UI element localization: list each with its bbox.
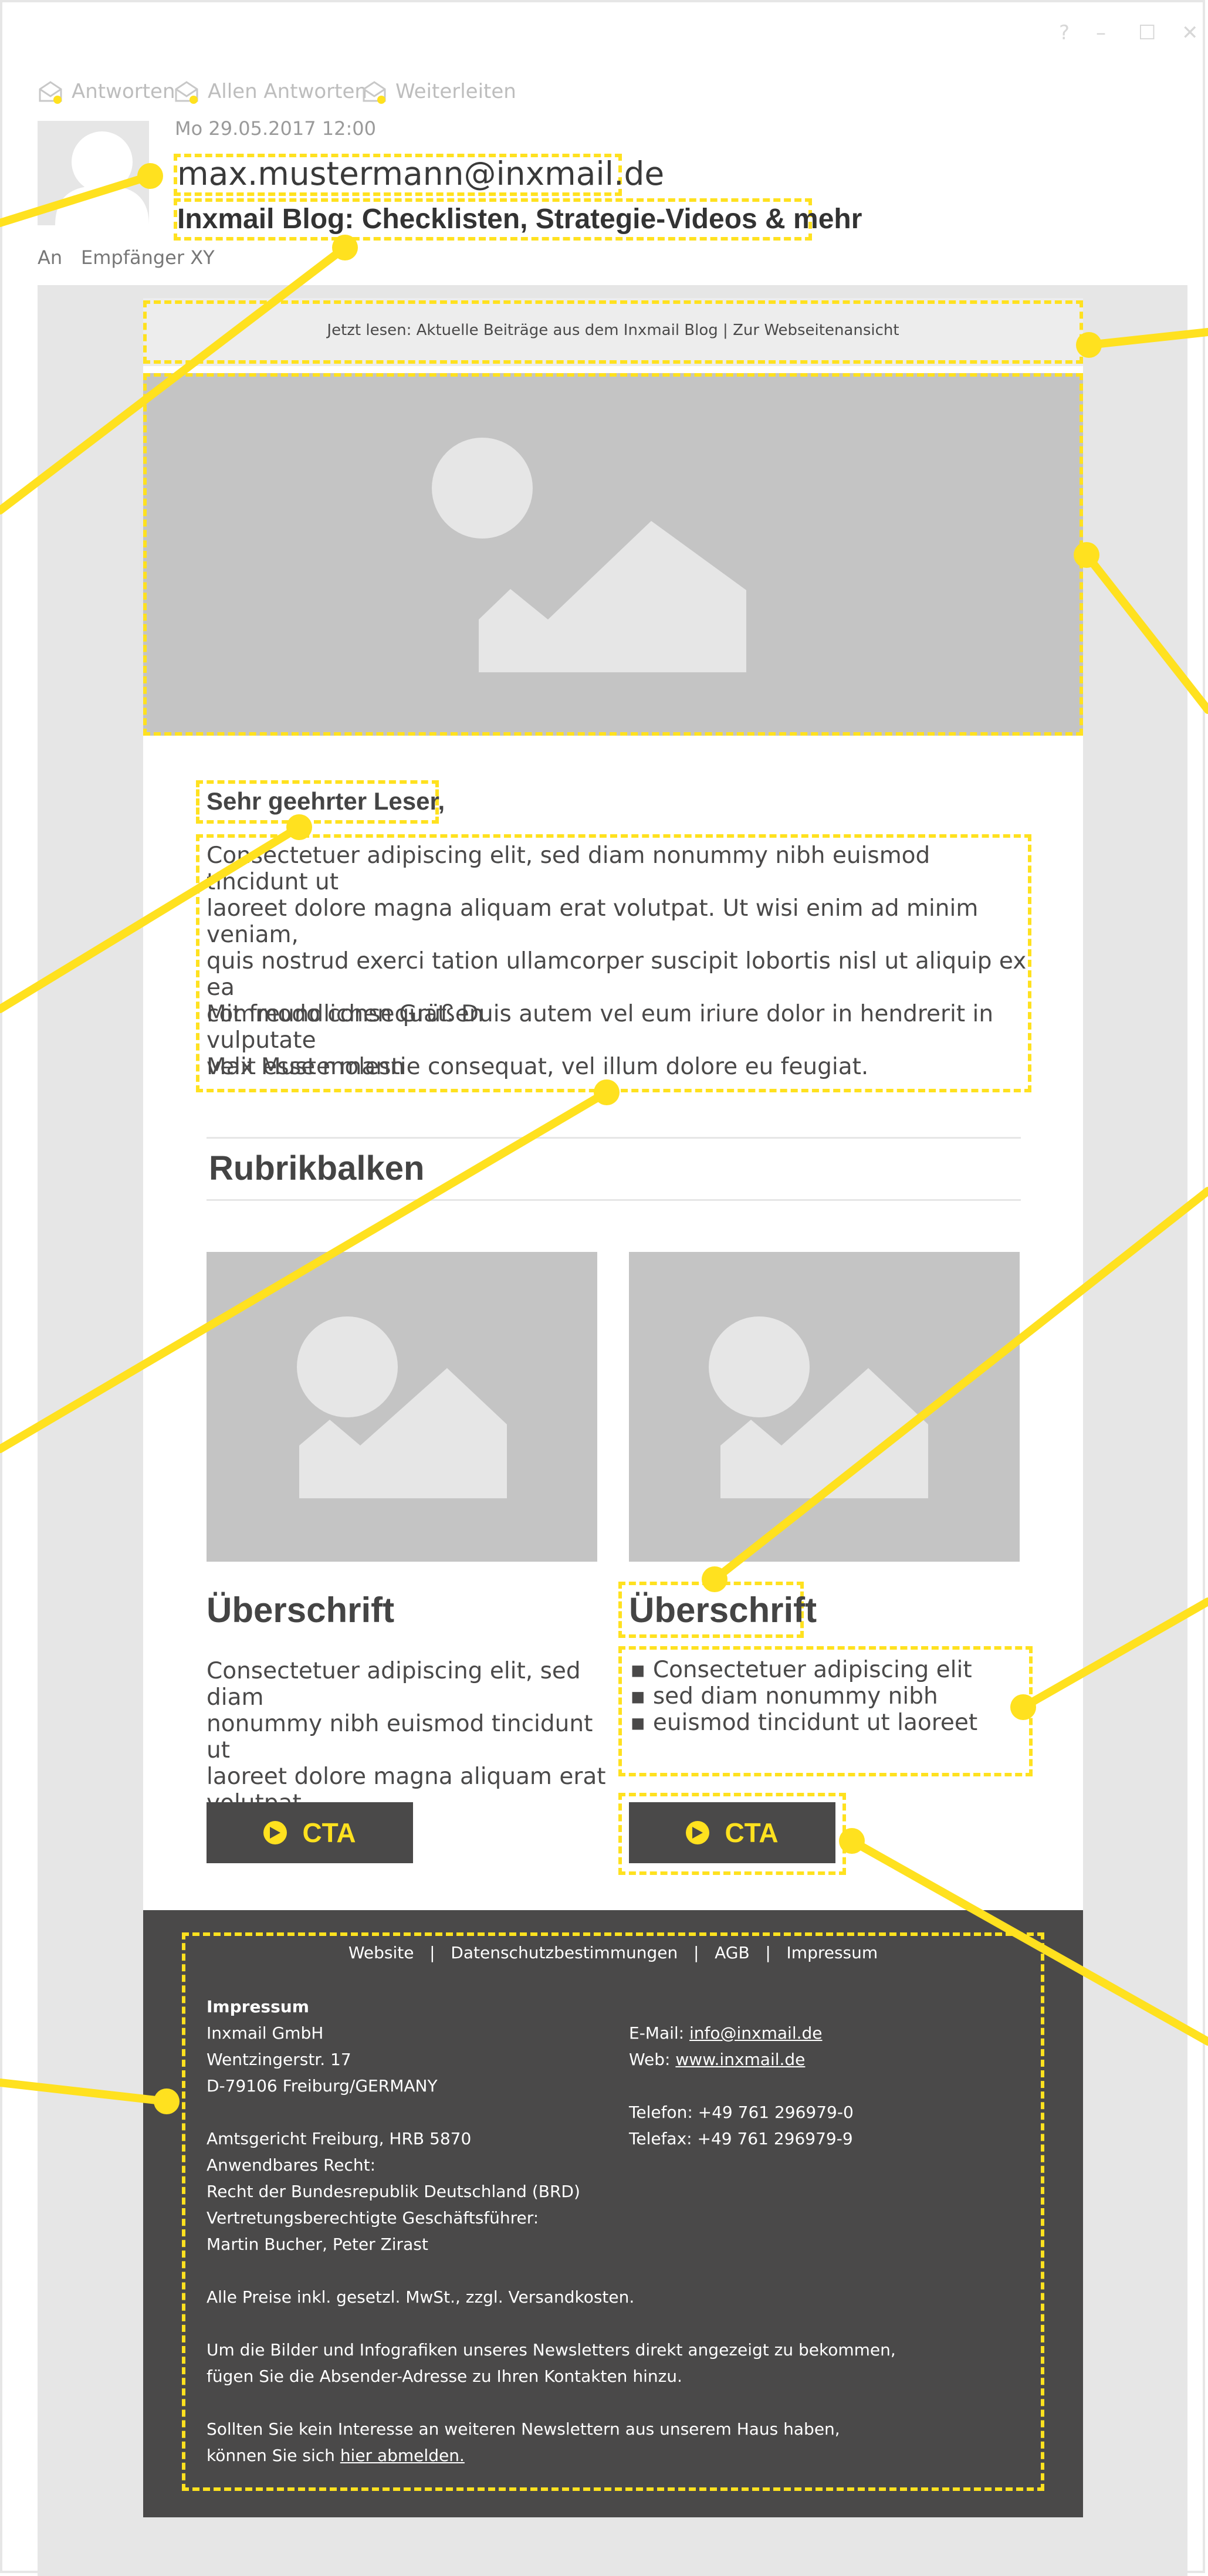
right-heading: Überschrift	[629, 1590, 817, 1630]
recipient-name[interactable]: Empfänger XY	[81, 246, 215, 269]
signature: Max Mustermann	[207, 1054, 405, 1080]
sender-address[interactable]: max.mustermann@inxmail.de	[177, 155, 664, 192]
intro-line: Consectetuer adipiscing elit, sed diam n…	[207, 842, 930, 895]
footer-separator: |	[765, 1943, 771, 1962]
forward-label: Weiterleiten	[395, 80, 516, 103]
images-note-line: fügen Sie die Absender-Adresse zu Ihren …	[207, 2367, 682, 2386]
arrow-circle-right-icon	[263, 1821, 287, 1844]
salutation: Sehr geehrter Leser,	[207, 787, 445, 815]
phone-line: Telefon: +49 761 296979-0	[629, 2103, 854, 2122]
sender-avatar	[38, 121, 149, 225]
right-cta-button[interactable]: CTA	[629, 1802, 835, 1863]
envelope-reply-all-icon	[175, 81, 198, 104]
footer-separator: |	[429, 1943, 435, 1962]
section-divider-bottom	[207, 1199, 1021, 1201]
prices-note: Alle Preise inkl. gesetzl. MwSt., zzgl. …	[207, 2287, 635, 2307]
web-link[interactable]: www.inxmail.de	[675, 2050, 805, 2069]
left-cta-button[interactable]: CTA	[207, 1802, 413, 1863]
reply-all-label: Allen Antworten	[208, 80, 367, 103]
subject-line: Inxmail Blog: Checklisten, Strategie-Vid…	[177, 204, 862, 235]
unsubscribe-line: können Sie sich hier abmelden.	[207, 2446, 465, 2465]
envelope-reply-icon	[39, 81, 62, 104]
left-text-line: laoreet dolore magna aliquam erat	[207, 1763, 606, 1790]
forward-button[interactable]: Weiterleiten	[361, 79, 516, 104]
left-cta-label: CTA	[302, 1817, 356, 1848]
intro-line: laoreet dolore magna aliquam erat volutp…	[207, 895, 979, 948]
person-silhouette-icon	[55, 131, 149, 225]
image-placeholder-icon	[297, 1316, 507, 1498]
reply-button[interactable]: Antworten	[38, 79, 175, 104]
left-text-line: nonummy nibh euismod tincidunt ut	[207, 1711, 593, 1763]
arrow-circle-right-icon	[686, 1821, 710, 1844]
footer-link-privacy[interactable]: Datenschutzbestimmungen	[451, 1943, 678, 1962]
footer-link-impressum[interactable]: Impressum	[787, 1943, 878, 1962]
fax-line: Telefax: +49 761 296979-9	[629, 2129, 853, 2148]
reply-label: Antworten	[72, 80, 175, 103]
bullet-item: ▪ sed diam nonummy nibh	[630, 1683, 938, 1710]
footer-links: Website | Datenschutzbestimmungen | AGB …	[143, 1939, 1083, 1966]
minimize-icon[interactable]: –	[1096, 21, 1106, 45]
maximize-icon[interactable]: ☐	[1138, 21, 1156, 45]
right-bullet-list: ▪ Consectetuer adipiscing elit ▪ sed dia…	[630, 1657, 1017, 1736]
impressum-title: Impressum	[207, 1997, 309, 2016]
intro-line: quis nostrud exerci tation ullamcorper s…	[207, 948, 1027, 1001]
to-label: An	[38, 246, 63, 269]
email-link[interactable]: info@inxmail.de	[689, 2023, 823, 2043]
hero-highlight	[143, 373, 1083, 736]
preheader-text[interactable]: Jetzt lesen: Aktuelle Beiträge aus dem I…	[143, 321, 1083, 339]
legal-line: Recht der Bundesrepublik Deutschland (BR…	[207, 2182, 580, 2201]
image-placeholder-icon	[709, 1316, 928, 1498]
left-text: Consectetuer adipiscing elit, sed diam n…	[207, 1658, 617, 1816]
section-title: Rubrikbalken	[209, 1149, 425, 1187]
section-divider-top	[207, 1137, 1021, 1139]
left-image-placeholder	[207, 1252, 597, 1562]
bullet-item: ▪ euismod tincidunt ut laoreet	[630, 1710, 978, 1736]
web-line: Web: www.inxmail.de	[629, 2050, 806, 2069]
images-note-line: Um die Bilder und Infografiken unseres N…	[207, 2340, 896, 2360]
left-heading: Überschrift	[207, 1590, 395, 1630]
help-icon[interactable]: ?	[1059, 21, 1070, 45]
footer-separator: |	[693, 1943, 699, 1962]
footer-contact: E-Mail: info@inxmail.de Web: www.inxmail…	[629, 2020, 854, 2152]
closing: Mit freundlichen Grüßen	[207, 1001, 484, 1027]
reply-all-button[interactable]: Allen Antworten	[174, 79, 367, 104]
footer-link-terms[interactable]: AGB	[715, 1943, 750, 1962]
right-image-placeholder	[629, 1252, 1020, 1562]
envelope-forward-icon	[363, 81, 386, 104]
message-date: Mo 29.05.2017 12:00	[175, 117, 376, 140]
bullet-item: ▪ Consectetuer adipiscing elit	[630, 1657, 972, 1683]
unsubscribe-link[interactable]: hier abmelden.	[340, 2446, 465, 2465]
intro-paragraph: Consectetuer adipiscing elit, sed diam n…	[207, 842, 1028, 1080]
legal-line: Vertretungsberechtigte Geschäftsführer:	[207, 2208, 539, 2228]
close-icon[interactable]: ✕	[1182, 21, 1199, 45]
unsubscribe-line: Sollten Sie kein Interesse an weiteren N…	[207, 2419, 840, 2439]
left-text-line: Consectetuer adipiscing elit, sed diam	[207, 1658, 581, 1711]
right-cta-label: CTA	[725, 1817, 779, 1848]
legal-line: Martin Bucher, Peter Zirast	[207, 2235, 428, 2254]
footer-link-website[interactable]: Website	[348, 1943, 414, 1962]
legal-line: Anwendbares Recht:	[207, 2155, 376, 2175]
email-line: E-Mail: info@inxmail.de	[629, 2023, 823, 2043]
